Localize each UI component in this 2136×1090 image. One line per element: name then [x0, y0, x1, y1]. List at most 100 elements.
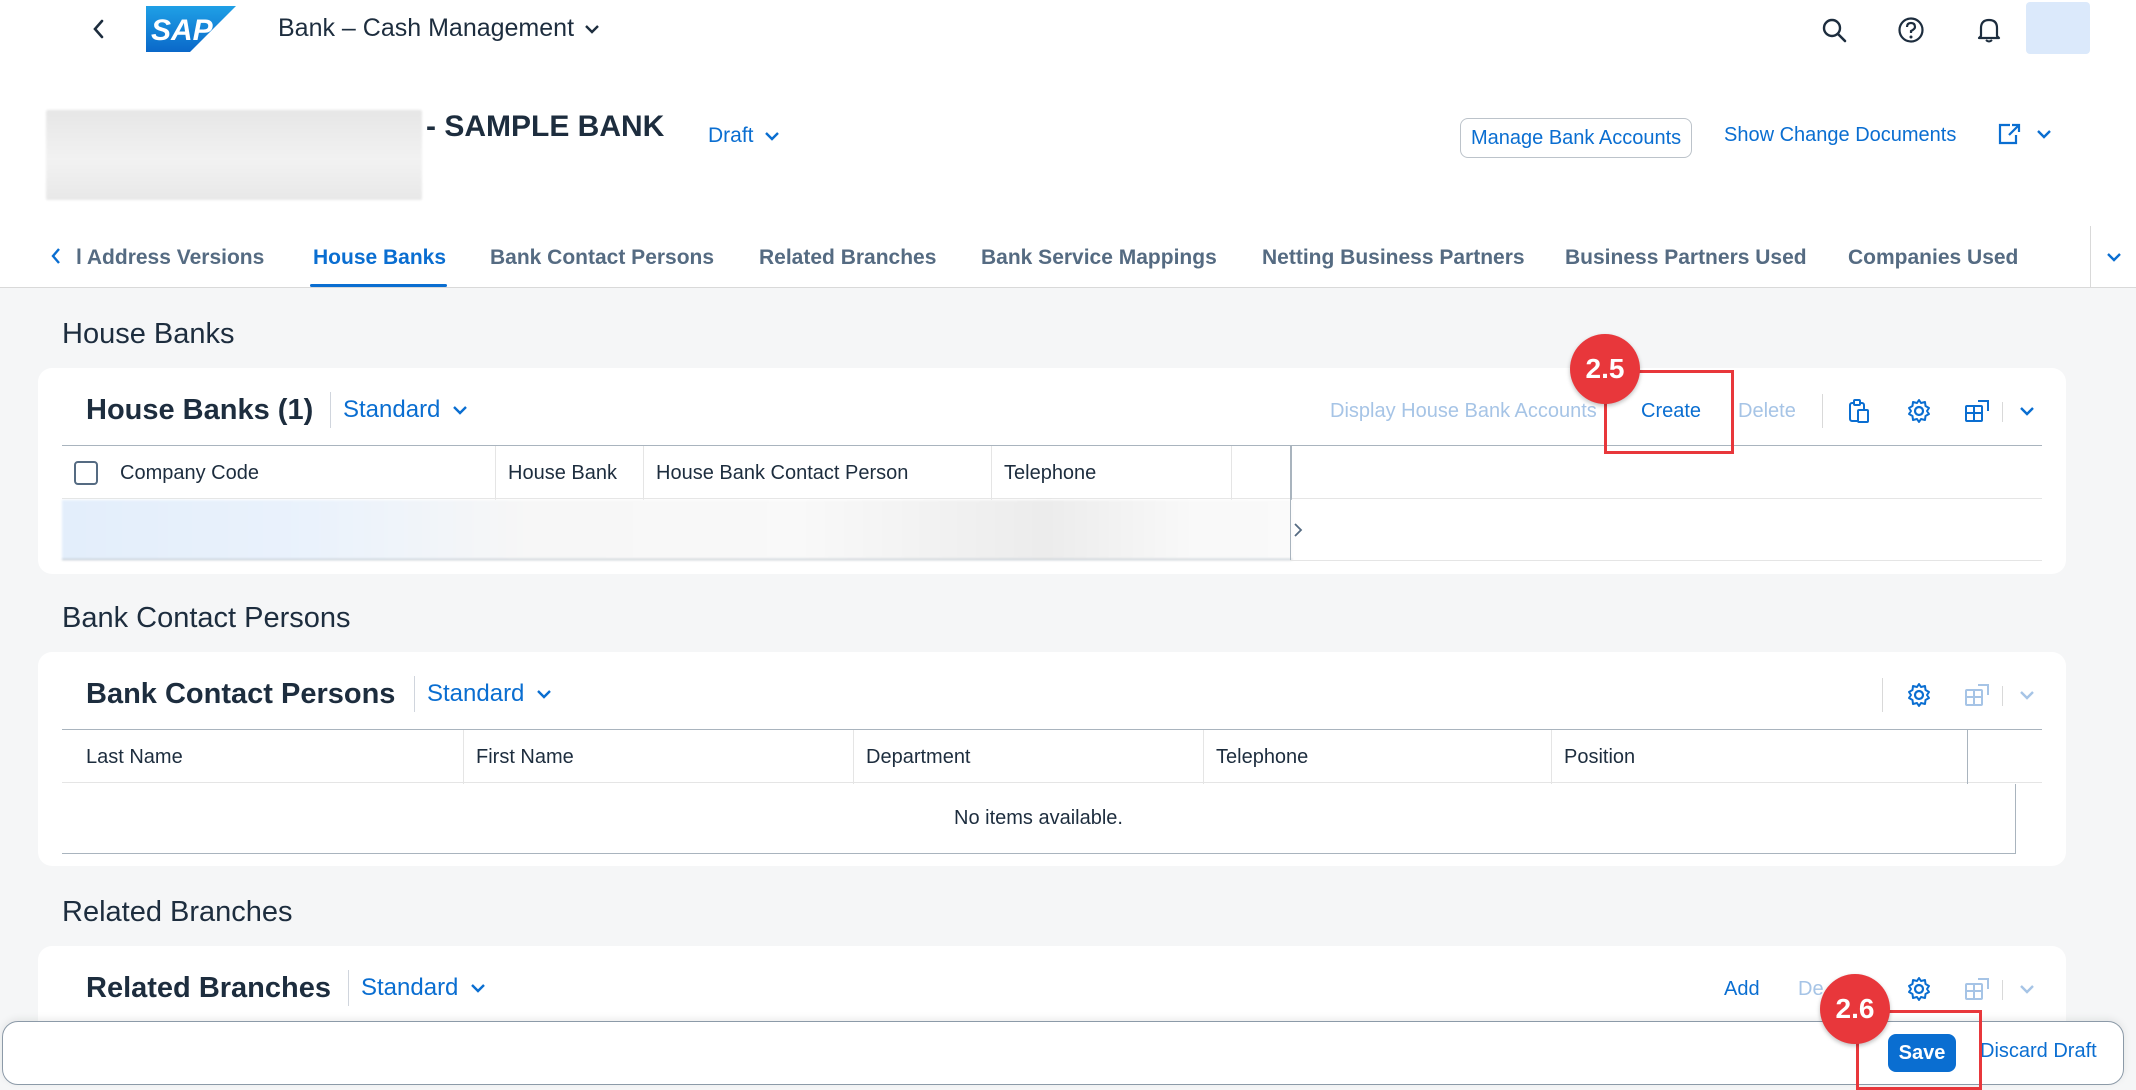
column-company-code[interactable]: Company Code [62, 446, 496, 500]
contacts-table-title: Bank Contact Persons [86, 678, 396, 710]
chevron-down-icon [764, 132, 779, 141]
chevron-down-icon [2020, 691, 2034, 700]
delete-button[interactable]: Delete [1738, 400, 1796, 423]
house-bank-row-redacted[interactable] [62, 500, 1292, 560]
search-button[interactable] [1816, 12, 1852, 48]
column-contact-person[interactable]: House Bank Contact Person [644, 446, 992, 500]
toolbar-separator [1822, 394, 1823, 428]
bell-icon [1977, 18, 2001, 43]
draft-status-select[interactable]: Draft [708, 124, 780, 148]
table-settings-button[interactable] [1902, 972, 1936, 1006]
column-telephone[interactable]: Telephone [992, 446, 1232, 500]
toolbar-separator [1882, 678, 1883, 712]
user-avatar[interactable] [2026, 2, 2090, 54]
back-button[interactable] [84, 14, 114, 44]
column-first-name[interactable]: First Name [464, 730, 854, 784]
column-telephone[interactable]: Telephone [1204, 730, 1552, 784]
sap-logo[interactable]: SAP [146, 6, 236, 52]
house-banks-table-title: House Banks (1) [86, 394, 314, 426]
tab-netting-business-partners[interactable]: Netting Business Partners [1262, 246, 1525, 270]
delete-branch-button[interactable]: De [1798, 978, 1824, 1001]
paste-icon [1849, 399, 1869, 423]
chevron-down-icon [537, 690, 552, 699]
chevron-down-icon [585, 24, 599, 34]
discard-draft-button[interactable]: Discard Draft [1980, 1040, 2097, 1063]
select-all-checkbox[interactable] [74, 461, 98, 485]
toolbar-separator [2002, 980, 2003, 1000]
chevron-left-icon [93, 19, 104, 39]
column-last-name[interactable]: Last Name [62, 730, 464, 784]
chevron-down-icon [471, 984, 486, 993]
tab-bank-service-mappings[interactable]: Bank Service Mappings [981, 246, 1217, 270]
app-title: Bank – Cash Management [278, 14, 575, 42]
tab-overflow-button[interactable] [2090, 226, 2136, 288]
house-banks-card: House Banks (1) Standard Display House B… [38, 368, 2066, 574]
house-banks-table-header: Company Code House Bank House Bank Conta… [62, 445, 2042, 500]
toolbar-separator [2002, 686, 2003, 706]
column-navigation [1232, 446, 1292, 500]
contacts-variant-select[interactable]: Standard [414, 676, 552, 712]
column-department[interactable]: Department [854, 730, 1204, 784]
export-menu-button[interactable] [2010, 678, 2044, 712]
share-menu-button[interactable] [1996, 122, 2052, 146]
branches-section-title: Related Branches [62, 896, 293, 928]
display-house-bank-accounts-button[interactable]: Display House Bank Accounts [1330, 400, 1597, 423]
variant-label: Standard [427, 680, 525, 707]
tab-business-partners-used[interactable]: Business Partners Used [1565, 246, 1807, 270]
variant-label: Standard [361, 974, 459, 1001]
share-icon [1998, 123, 2021, 145]
tab-scroll-left[interactable] [46, 244, 66, 268]
contacts-table-header: Last Name First Name Department Telephon… [62, 729, 2042, 784]
no-items-message: No items available. [62, 784, 2016, 854]
search-icon [1822, 18, 1847, 43]
redacted-bank-name [46, 110, 422, 200]
chevron-down-icon [2020, 985, 2034, 994]
export-button-disabled[interactable] [1960, 678, 1994, 712]
help-button[interactable] [1893, 12, 1929, 48]
chevron-right-icon [1294, 523, 1303, 537]
chevron-down-icon [2020, 407, 2034, 416]
step-marker-save: 2.6 [1820, 974, 1890, 1044]
column-house-bank[interactable]: House Bank [496, 446, 644, 500]
export-button-disabled[interactable] [1960, 972, 1994, 1006]
table-settings-button[interactable] [1902, 678, 1936, 712]
notifications-button[interactable] [1971, 12, 2007, 48]
manage-bank-accounts-button[interactable]: Manage Bank Accounts [1460, 118, 1693, 158]
table-settings-button[interactable] [1902, 394, 1936, 428]
tab-house-banks[interactable]: House Banks [313, 246, 446, 270]
add-branch-button[interactable]: Add [1724, 978, 1760, 1001]
step-marker-create: 2.5 [1570, 334, 1640, 404]
house-banks-variant-select[interactable]: Standard [330, 392, 468, 428]
chevron-left-icon [51, 248, 60, 264]
tab-companies-used[interactable]: Companies Used [1848, 246, 2018, 270]
table-bottom-line [1290, 560, 2042, 561]
help-icon [1898, 17, 1924, 43]
branches-variant-select[interactable]: Standard [348, 970, 486, 1006]
chevron-down-icon [2106, 252, 2121, 262]
tab-bank-contact-persons[interactable]: Bank Contact Persons [490, 246, 714, 270]
contacts-section-title: Bank Contact Persons [62, 602, 351, 634]
export-menu-button[interactable] [2010, 394, 2044, 428]
footer-toolbar [2, 1021, 2124, 1085]
app-title-menu[interactable]: Bank – Cash Management [278, 14, 600, 43]
tab-related-branches[interactable]: Related Branches [759, 246, 936, 270]
export-spreadsheet-icon [1965, 684, 1989, 706]
chevron-down-icon [453, 406, 468, 415]
gear-icon [1908, 977, 1930, 1001]
export-spreadsheet-icon [1965, 978, 1989, 1000]
house-banks-section-title: House Banks [62, 318, 235, 350]
chevron-down-icon [2037, 130, 2051, 139]
toolbar-separator [2002, 402, 2003, 422]
variant-label: Standard [343, 396, 441, 423]
show-change-documents-button[interactable]: Show Change Documents [1724, 124, 1956, 147]
paste-button[interactable] [1842, 394, 1876, 428]
column-position[interactable]: Position [1552, 730, 1968, 784]
export-menu-button[interactable] [2010, 972, 2044, 1006]
column-label: Company Code [120, 461, 259, 484]
section-tabs: l Address Versions House Banks Bank Cont… [0, 226, 2136, 288]
table-edge [1290, 445, 1291, 561]
contacts-card: Bank Contact Persons Standard Last Name … [38, 652, 2066, 866]
tab-address-versions[interactable]: l Address Versions [76, 246, 264, 270]
export-spreadsheet-icon [1965, 400, 1989, 422]
export-button[interactable] [1960, 394, 1994, 428]
